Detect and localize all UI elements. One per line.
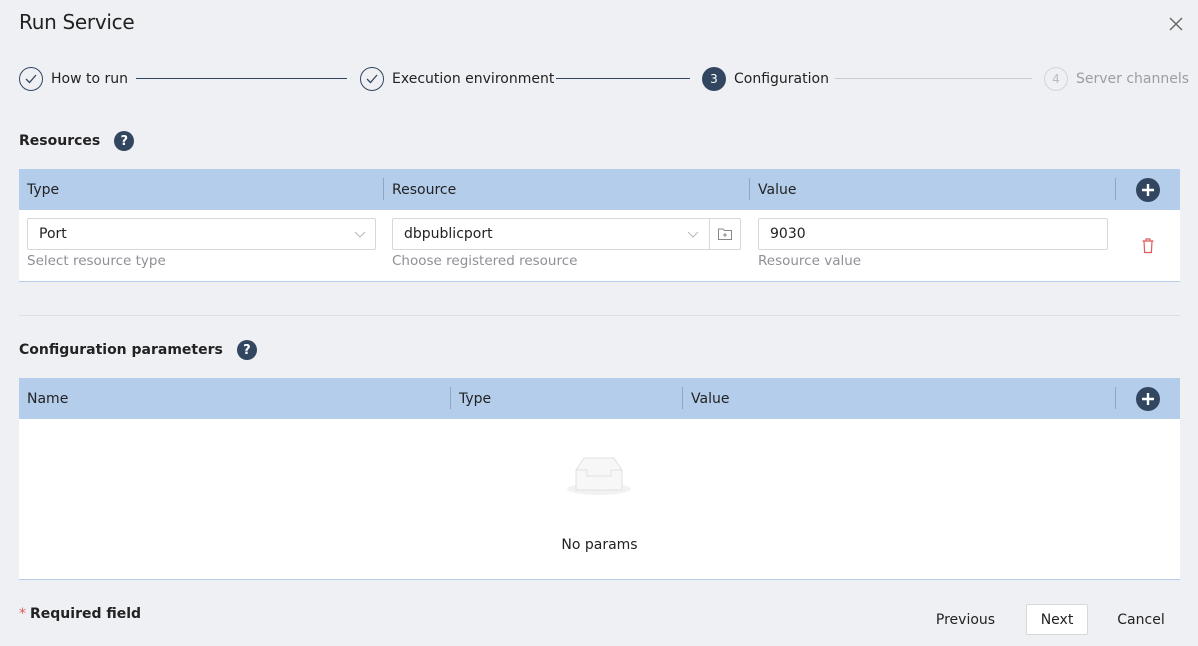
resource-value-hint: Resource value [758, 253, 862, 269]
resource-value-text: 9030 [770, 226, 806, 242]
config-params-title: Configuration parameters [19, 342, 223, 358]
chevron-down-icon [687, 231, 699, 238]
resources-section-title: Resources ? [19, 131, 135, 151]
step-configuration[interactable]: 3 Configuration [702, 66, 829, 92]
help-icon[interactable]: ? [236, 340, 257, 360]
step-label: Configuration [734, 71, 829, 87]
trash-icon [1142, 238, 1154, 254]
column-separator [749, 178, 750, 200]
empty-state-text: No params [561, 537, 638, 553]
resource-row: Port Select resource type dbpublicport C… [19, 210, 1180, 282]
step-connector [835, 78, 1032, 79]
resources-title: Resources [19, 133, 101, 149]
check-icon [360, 67, 384, 91]
column-header-resource: Resource [392, 181, 457, 198]
delete-resource-button[interactable] [1140, 237, 1156, 255]
resources-table-header: Type Resource Value [19, 169, 1180, 210]
add-param-button[interactable] [1136, 387, 1160, 411]
step-label: Server channels [1076, 71, 1190, 87]
close-button[interactable] [1166, 14, 1186, 34]
resource-value: dbpublicport [404, 226, 493, 242]
browse-resource-button[interactable] [709, 218, 741, 250]
column-separator [1115, 387, 1116, 409]
empty-state: No params [19, 419, 1180, 579]
resource-type-hint: Select resource type [27, 253, 166, 269]
help-icon[interactable]: ? [114, 131, 135, 151]
empty-inbox-icon [567, 457, 631, 495]
step-connector [136, 78, 347, 79]
config-params-section-title: Configuration parameters ? [19, 340, 257, 360]
folder-add-icon [718, 228, 732, 240]
column-header-name: Name [27, 390, 69, 407]
resources-table: Type Resource Value Port Select resource… [19, 169, 1180, 282]
resource-type-select[interactable]: Port [27, 218, 376, 250]
column-separator [450, 387, 451, 409]
step-label: How to run [51, 71, 128, 87]
add-resource-button[interactable] [1136, 178, 1160, 202]
required-label: Required field [30, 606, 142, 622]
next-button[interactable]: Next [1026, 604, 1088, 635]
resource-type-value: Port [39, 226, 67, 242]
chevron-down-icon [354, 231, 366, 238]
column-separator [682, 387, 683, 409]
step-server-channels[interactable]: 4 Server channels [1044, 66, 1189, 92]
column-separator [1115, 178, 1116, 200]
column-separator [383, 178, 384, 200]
step-label: Execution environment [392, 71, 555, 87]
previous-button[interactable]: Previous [928, 604, 1003, 635]
section-divider [19, 315, 1180, 316]
required-star: * [19, 606, 26, 622]
step-number: 3 [702, 67, 726, 91]
cancel-button[interactable]: Cancel [1111, 604, 1171, 635]
plus-icon [1142, 184, 1154, 196]
config-params-table-header: Name Type Value [19, 378, 1180, 419]
plus-icon [1142, 393, 1154, 405]
resource-value-input[interactable]: 9030 [758, 218, 1108, 250]
step-number: 4 [1044, 67, 1068, 91]
required-field-note: * Required field [19, 606, 141, 622]
dialog-title: Run Service [19, 10, 135, 34]
stepper: How to run Execution environment 3 Confi… [19, 66, 1189, 92]
column-header-value: Value [758, 181, 797, 198]
column-header-value: Value [691, 390, 730, 407]
step-connector [556, 78, 690, 79]
column-header-type: Type [459, 390, 492, 407]
step-execution-environment[interactable]: Execution environment [360, 66, 554, 92]
resource-hint: Choose registered resource [392, 253, 578, 269]
column-header-type: Type [27, 181, 60, 198]
run-service-dialog: Run Service How to run Execution environ… [0, 0, 1198, 646]
step-how-to-run[interactable]: How to run [19, 66, 128, 92]
close-icon [1169, 17, 1183, 31]
check-icon [19, 67, 43, 91]
config-params-table: Name Type Value No params [19, 378, 1180, 580]
resource-select[interactable]: dbpublicport [392, 218, 741, 250]
